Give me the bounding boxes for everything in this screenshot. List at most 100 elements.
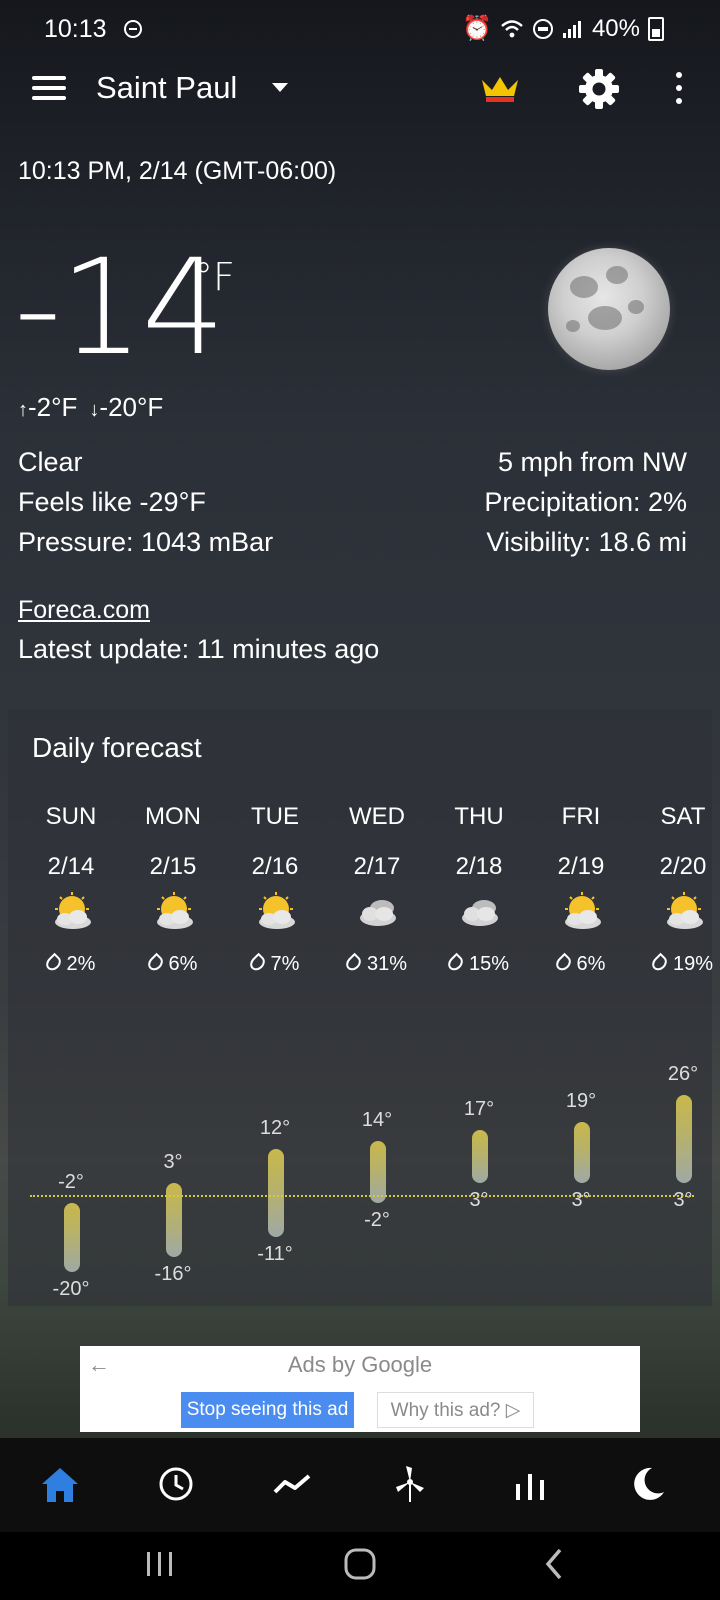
crown-icon[interactable] <box>480 74 520 104</box>
bottom-navigation <box>0 1438 720 1532</box>
back-icon[interactable] <box>540 1546 570 1582</box>
status-time: 10:13 <box>44 15 107 43</box>
day-date: 2/14 <box>47 853 95 880</box>
day-date: 2/16 <box>251 853 299 880</box>
graph-icon[interactable] <box>263 1456 323 1512</box>
zero-degree-line <box>30 1195 694 1197</box>
low-temp: ↓-20°F <box>89 392 164 422</box>
partly-sunny-icon <box>157 892 193 929</box>
pressure: Pressure: 1043 mBar <box>18 527 274 557</box>
why-this-ad-button[interactable]: Why this ad? ▷ <box>377 1392 534 1428</box>
signal-icon <box>562 20 581 38</box>
day-date: 2/17 <box>353 853 401 880</box>
moon-nav-icon[interactable] <box>618 1456 678 1512</box>
daily-forecast-card[interactable]: Daily forecast SUN 2/14 2% -2° -20° MON 2/15 6%… <box>8 710 713 1306</box>
high-temp-label: 26° <box>667 1062 699 1085</box>
day-name: MON <box>145 803 201 830</box>
low-temp-label: 3° <box>469 1189 489 1212</box>
city-name[interactable]: Saint Paul <box>96 70 237 106</box>
raindrop-icon <box>649 952 670 973</box>
status-bar: 10:13 ⏰ 40% <box>0 0 720 60</box>
high-temp-label: 14° <box>361 1109 393 1132</box>
raindrop-icon <box>343 952 364 973</box>
low-temp-label: 3° <box>673 1189 693 1212</box>
precip-chance: 2% <box>20 952 122 976</box>
ad-banner[interactable]: Ads by Google ← Stop seeing this ad Why … <box>80 1346 640 1432</box>
conditions-left: Clear Feels like -29°F Pressure: 1043 mB… <box>18 442 273 562</box>
day-name: FRI <box>561 803 601 830</box>
high-low: ↑-2°F ↓-20°F <box>18 392 163 423</box>
temperature-range-bar <box>268 1148 284 1238</box>
day-name: SAT <box>660 803 706 830</box>
condition-text: Clear <box>18 447 83 477</box>
day-name: SUN <box>45 803 97 830</box>
conditions-right: 5 mph from NW Precipitation: 2% Visibili… <box>484 442 687 562</box>
raindrop-icon <box>445 952 466 973</box>
high-temp-label: -2° <box>58 1170 84 1193</box>
current-temperature: -14 <box>14 231 226 385</box>
high-temp-label: 3° <box>163 1151 183 1174</box>
gear-icon[interactable] <box>578 68 620 110</box>
partly-sunny-icon <box>667 892 703 929</box>
daily-forecast-day[interactable]: THU 2/18 15% 17° 3° <box>428 710 530 1306</box>
chevron-down-icon[interactable] <box>272 83 288 92</box>
partly-sunny-icon <box>55 892 91 929</box>
menu-icon[interactable] <box>32 76 66 100</box>
local-datetime: 10:13 PM, 2/14 (GMT-06:00) <box>18 157 337 185</box>
temperature-range-bar <box>370 1141 386 1203</box>
daily-forecast-day[interactable]: FRI 2/19 6% 19° 3° <box>530 710 632 1306</box>
temperature-range-bar <box>472 1129 488 1184</box>
wifi-icon <box>501 19 523 37</box>
temperature-range-bar <box>574 1121 590 1184</box>
home-icon[interactable] <box>30 1456 90 1512</box>
clock-icon[interactable] <box>146 1456 206 1512</box>
battery-percent: 40% <box>591 14 640 42</box>
do-not-disturb-icon <box>124 20 142 38</box>
bar-chart-icon[interactable] <box>500 1456 560 1512</box>
precip-chance: 7% <box>224 952 326 976</box>
ad-title: Ads by Google <box>287 1352 433 1377</box>
wind-turbine-icon[interactable] <box>380 1456 440 1512</box>
temperature-range-bar <box>676 1094 692 1184</box>
day-date: 2/20 <box>659 853 707 880</box>
day-name: WED <box>349 803 405 830</box>
high-temp: ↑-2°F <box>18 392 78 422</box>
volte-icon <box>532 18 553 39</box>
alarm-icon: ⏰ <box>462 15 492 42</box>
back-arrow-icon[interactable]: ← <box>88 1352 110 1378</box>
precip-chance: 19% <box>632 952 720 976</box>
low-temp-label: -16° <box>154 1262 192 1285</box>
precip-chance: 6% <box>122 952 224 976</box>
daily-forecast-day[interactable]: WED 2/17 31% 14° -2° <box>326 710 428 1306</box>
raindrop-icon <box>144 952 166 973</box>
daily-forecast-day[interactable]: SUN 2/14 2% -2° -20° <box>20 710 122 1306</box>
day-name: THU <box>454 803 504 830</box>
more-options-icon[interactable] <box>676 72 682 104</box>
recent-apps-icon[interactable] <box>144 1546 176 1582</box>
high-temp-label: 19° <box>565 1089 597 1112</box>
low-temp-label: -20° <box>52 1278 90 1300</box>
daily-forecast-day[interactable]: MON 2/15 6% 3° -16° <box>122 710 224 1306</box>
partly-sunny-icon <box>259 892 295 929</box>
stop-seeing-ad-button[interactable]: Stop seeing this ad <box>181 1392 354 1428</box>
moon-icon <box>548 248 670 370</box>
precipitation: Precipitation: 2% <box>484 487 687 517</box>
day-date: 2/19 <box>557 853 605 880</box>
wind: 5 mph from NW <box>497 447 687 477</box>
cloudy-icon <box>360 900 396 926</box>
feels-like: Feels like -29°F <box>18 487 206 517</box>
cloudy-icon <box>462 900 498 926</box>
daily-forecast-day[interactable]: TUE 2/16 7% 12° -11° <box>224 710 326 1306</box>
daily-forecast-day[interactable]: SAT 2/20 19% 26° 3° <box>632 710 720 1306</box>
low-temp-label: 3° <box>571 1189 591 1212</box>
arrow-up-icon: ↑ <box>18 399 28 421</box>
temperature-range-bar <box>64 1202 80 1272</box>
arrow-down-icon: ↓ <box>89 399 100 421</box>
home-button-icon[interactable] <box>342 1546 378 1582</box>
battery-icon <box>648 16 664 41</box>
source-link[interactable]: Foreca.com <box>18 596 150 625</box>
temperature-unit: °F <box>194 255 235 299</box>
precip-chance: 6% <box>530 952 632 976</box>
partly-sunny-icon <box>565 892 601 929</box>
system-navigation <box>0 1532 720 1600</box>
